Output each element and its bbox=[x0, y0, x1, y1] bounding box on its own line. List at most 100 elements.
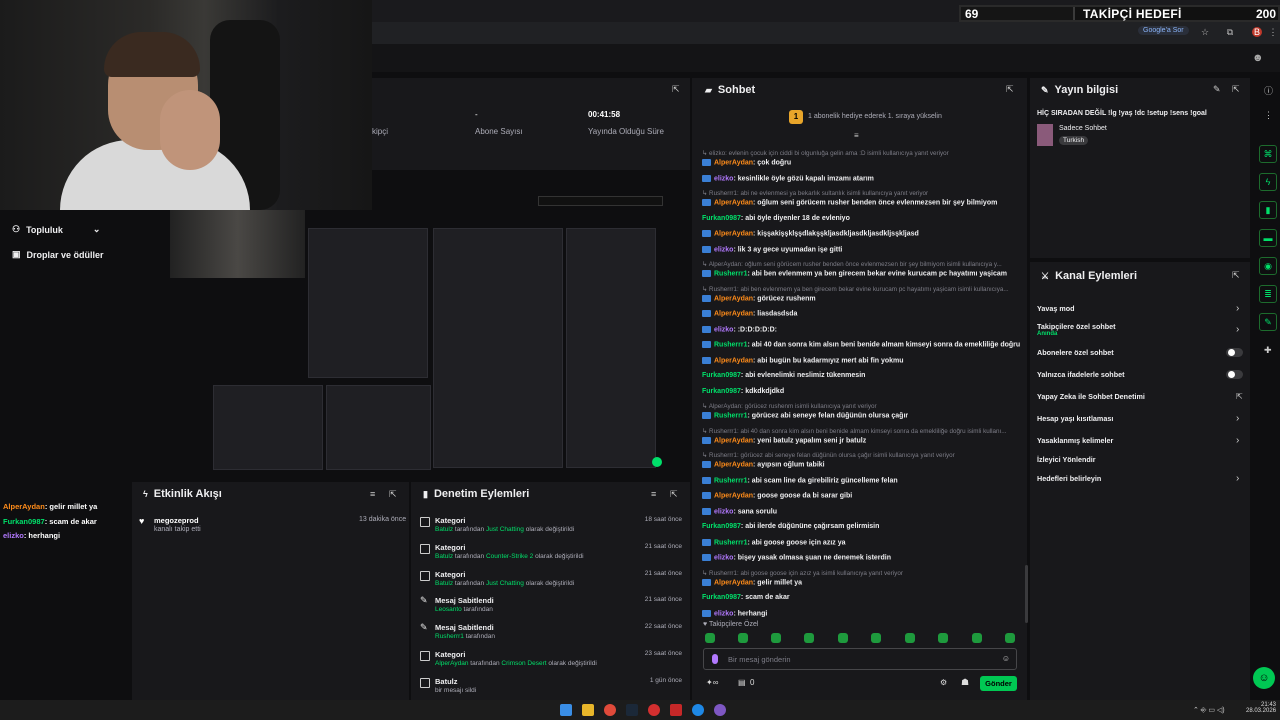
chat-username[interactable]: AlperAydan bbox=[714, 492, 753, 499]
chat-message[interactable]: AlperAydan: çok doğru bbox=[702, 159, 791, 166]
profile-avatar[interactable]: B bbox=[1252, 27, 1262, 37]
chat-message[interactable]: elizko: kesinlikle öyle gözü kapalı imza… bbox=[702, 174, 874, 182]
external-link-icon[interactable]: ⇱ bbox=[1236, 392, 1243, 401]
chat-message[interactable]: Furkan0987: abi ilerde düğününe çağırsam… bbox=[702, 523, 879, 530]
chevron-right-icon[interactable]: › bbox=[1236, 473, 1239, 484]
chat-username[interactable]: AlperAydan bbox=[714, 579, 753, 586]
chat-message[interactable]: Furkan0987: kdkdkdjdkd bbox=[702, 388, 784, 395]
chat-username[interactable]: Rusherrr1 bbox=[714, 341, 747, 348]
popout-icon[interactable]: ⇱ bbox=[1006, 84, 1014, 95]
start-icon[interactable] bbox=[560, 704, 572, 716]
toggle-switch[interactable] bbox=[1226, 370, 1243, 379]
chat-username[interactable]: Rusherrr1 bbox=[714, 539, 747, 546]
chat-message[interactable]: Furkan0987: abi evlenelimki neslimiz tük… bbox=[702, 372, 865, 379]
chat-message[interactable]: Furkan0987: abi öyle diyenler 18 de evle… bbox=[702, 215, 850, 222]
chat-username[interactable]: AlperAydan bbox=[714, 310, 753, 317]
info-icon[interactable]: ⓘ bbox=[1264, 84, 1273, 97]
opera-icon[interactable] bbox=[648, 704, 660, 716]
app-icon[interactable] bbox=[670, 704, 682, 716]
assistant-icon[interactable]: ☺ bbox=[1253, 667, 1275, 689]
filter-icon[interactable]: ≡ bbox=[370, 489, 375, 499]
mod-action-user[interactable]: Leosanto bbox=[435, 606, 462, 613]
chrome-icon[interactable] bbox=[604, 704, 616, 716]
mod-action-user[interactable]: Rusherrr1 bbox=[435, 633, 464, 640]
chat-username[interactable]: elizko bbox=[714, 326, 733, 333]
rail-raid-icon[interactable]: ◉ bbox=[1259, 257, 1277, 275]
emote-icon[interactable] bbox=[1005, 633, 1015, 643]
nav-droplar[interactable]: ▣ Droplar ve ödüller bbox=[12, 249, 104, 260]
emote-icon[interactable] bbox=[938, 633, 948, 643]
chat-message[interactable]: AlperAydan: görücez rushenm bbox=[702, 294, 816, 302]
chat-username[interactable]: Rusherrr1 bbox=[714, 477, 747, 484]
popout-icon[interactable]: ⇱ bbox=[389, 489, 397, 500]
chat-message[interactable]: Rusherrr1: abi scam line da girebiliriz … bbox=[702, 476, 898, 484]
extensions-icon[interactable]: ⧉ bbox=[1225, 27, 1235, 37]
chat-message[interactable]: elizko: bişey yasak olmasa şuan ne denem… bbox=[702, 554, 891, 561]
emote-icon[interactable] bbox=[705, 633, 715, 643]
chat-username[interactable]: AlperAydan bbox=[714, 159, 753, 166]
chat-message[interactable]: elizko: lik 3 ay gece uyumadan işe gitti bbox=[702, 245, 842, 253]
chat-message[interactable]: Rusherrr1: görücez abi seneye felan düğü… bbox=[702, 412, 908, 419]
collapse-icon[interactable]: ≡ bbox=[854, 131, 859, 140]
channel-action-item[interactable]: Abonelere özel sohbet bbox=[1037, 348, 1114, 357]
chat-username[interactable]: elizko bbox=[714, 246, 733, 253]
chat-username[interactable]: elizko bbox=[714, 554, 733, 561]
chat-input[interactable]: Bir mesaj gönderin ☺ bbox=[703, 648, 1017, 670]
chat-username[interactable]: AlperAydan bbox=[714, 199, 753, 206]
chat-username[interactable]: Furkan0987 bbox=[702, 388, 741, 395]
chat-username[interactable]: Furkan0987 bbox=[702, 523, 741, 530]
chat-message[interactable]: Rusherrr1: abi ben evlenmem ya ben girec… bbox=[702, 270, 1007, 277]
chat-username[interactable]: AlperAydan bbox=[714, 437, 753, 444]
mod-action-user[interactable]: Batulz bbox=[435, 553, 453, 560]
chat-message[interactable]: elizko: :D:D:D:D:D: bbox=[702, 325, 777, 333]
chat-message[interactable]: AlperAydan: oğlum seni görücem rusher be… bbox=[702, 199, 997, 206]
channel-action-item[interactable]: İzleyici Yönlendir bbox=[1037, 455, 1096, 464]
rail-clip-icon[interactable]: ⌘ bbox=[1259, 145, 1277, 163]
chevron-right-icon[interactable]: › bbox=[1236, 435, 1239, 446]
chat-message[interactable]: AlperAydan: abi bugün bu kadarmıyız mert… bbox=[702, 356, 904, 364]
toggle-switch[interactable] bbox=[1226, 348, 1243, 357]
mod-action-user[interactable]: Batulz bbox=[435, 526, 453, 533]
mod-action-user[interactable]: Batulz bbox=[435, 580, 453, 587]
popout-icon[interactable]: ⇱ bbox=[1232, 84, 1240, 95]
chat-message[interactable]: Furkan0987: scam de akar bbox=[702, 594, 790, 601]
channel-points-icon[interactable]: ✦∞ bbox=[706, 678, 718, 687]
send-button[interactable]: Gönder bbox=[980, 676, 1017, 691]
menu-icon[interactable]: ⋮ bbox=[1268, 27, 1278, 37]
edit-icon[interactable]: ✎ bbox=[1213, 84, 1221, 95]
chat-username[interactable]: AlperAydan bbox=[714, 230, 753, 237]
chat-message[interactable]: elizko: sana sorulu bbox=[702, 507, 777, 515]
chat-message[interactable]: AlperAydan: goose goose da bi sarar gibi bbox=[702, 492, 852, 499]
gear-icon[interactable]: ⚙ bbox=[940, 678, 947, 687]
rail-bolt-icon[interactable]: ϟ bbox=[1259, 173, 1277, 191]
popout-icon[interactable]: ⇱ bbox=[670, 489, 678, 500]
rail-tool-icon[interactable]: ✎ bbox=[1259, 313, 1277, 331]
explorer-icon[interactable] bbox=[582, 704, 594, 716]
chevron-right-icon[interactable]: › bbox=[1236, 324, 1239, 335]
google-ask-button[interactable]: Google'a Sor bbox=[1138, 26, 1189, 35]
language-tag[interactable]: Turkish bbox=[1059, 136, 1089, 145]
popout-icon[interactable]: ⇱ bbox=[1232, 270, 1240, 281]
channel-action-item[interactable]: Yalnızca ifadelerle sohbet bbox=[1037, 370, 1124, 379]
chat-message[interactable]: AlperAydan: gelir millet ya bbox=[702, 578, 802, 586]
chat-username[interactable]: Furkan0987 bbox=[702, 372, 741, 379]
channel-action-item[interactable]: Yapay Zeka ile Sohbet Denetimi bbox=[1037, 392, 1145, 401]
chevron-right-icon[interactable]: › bbox=[1236, 303, 1239, 314]
channel-action-item[interactable]: Hesap yaşı kısıtlaması bbox=[1037, 414, 1113, 423]
emote-icon[interactable] bbox=[804, 633, 814, 643]
bot-icon[interactable]: ☗ bbox=[961, 677, 969, 688]
clock[interactable]: 21:43 28.03.2026 bbox=[1246, 702, 1276, 714]
steam-icon[interactable] bbox=[626, 704, 638, 716]
chat-username[interactable]: elizko bbox=[714, 610, 733, 617]
channel-action-item[interactable]: Takipçilere özel sohbet Anında bbox=[1037, 322, 1116, 337]
channel-action-item[interactable]: Hedefleri belirleyin bbox=[1037, 474, 1101, 483]
emote-icon[interactable] bbox=[905, 633, 915, 643]
user-avatar-icon[interactable]: ☻ bbox=[1252, 52, 1264, 64]
star-icon[interactable]: ☆ bbox=[1200, 27, 1210, 37]
chat-username[interactable]: elizko bbox=[714, 175, 733, 182]
chat-message[interactable]: AlperAydan: kişşakişşklşşdlakşşkljasdklj… bbox=[702, 230, 919, 237]
add-icon[interactable]: ✚ bbox=[1264, 345, 1272, 356]
chevron-right-icon[interactable]: › bbox=[1236, 413, 1239, 424]
chat-scrollbar[interactable] bbox=[1025, 565, 1028, 623]
chat-username[interactable]: elizko bbox=[714, 508, 733, 515]
